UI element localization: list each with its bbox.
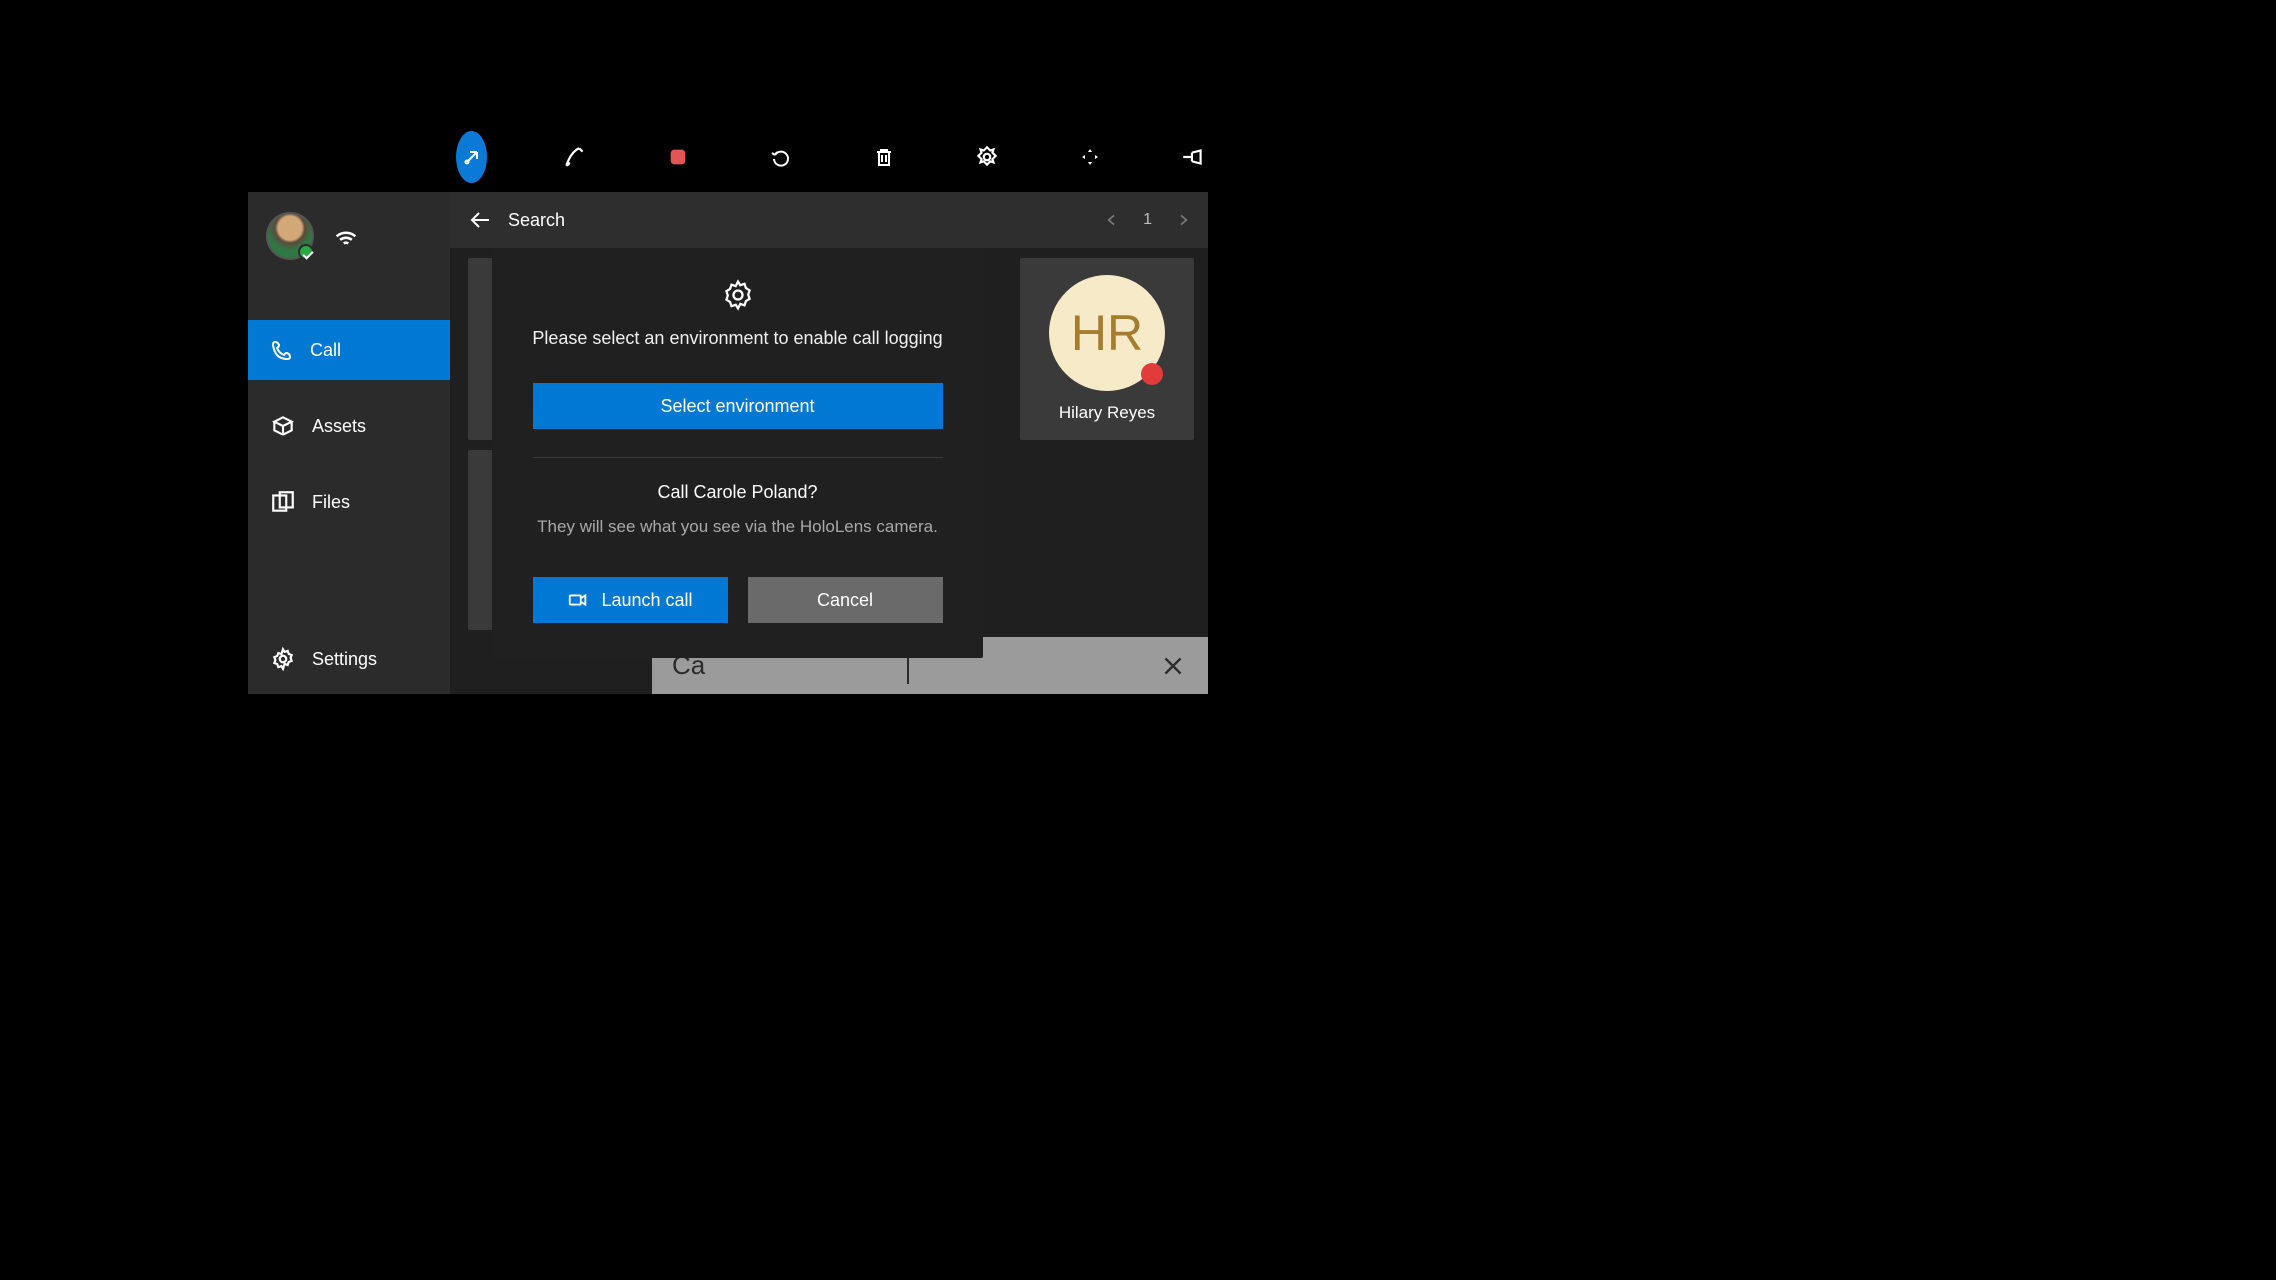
launch-call-button[interactable]: Launch call	[533, 577, 728, 623]
trash-icon[interactable]	[868, 131, 899, 183]
app-window: Call Assets Files Settings	[248, 192, 1208, 694]
call-subtext: They will see what you see via the HoloL…	[532, 517, 943, 537]
header-pager: 1	[1103, 211, 1192, 229]
gear-icon	[721, 278, 755, 312]
profile-row	[248, 192, 450, 280]
sidebar-item-label: Call	[310, 340, 341, 361]
presence-busy-badge	[1141, 363, 1163, 385]
clear-search-button[interactable]	[1158, 651, 1188, 681]
dock-icon[interactable]	[456, 131, 487, 183]
sidebar-item-label: Files	[312, 492, 350, 513]
launch-call-label: Launch call	[601, 590, 692, 611]
undo-icon[interactable]	[765, 131, 796, 183]
divider	[533, 457, 943, 458]
contact-card-hilary-reyes[interactable]: HR Hilary Reyes	[1020, 258, 1194, 440]
sidebar-item-assets[interactable]: Assets	[248, 396, 450, 456]
pen-icon[interactable]	[559, 131, 590, 183]
call-question: Call Carole Poland?	[532, 482, 943, 503]
sidebar-item-label: Settings	[312, 649, 377, 670]
sidebar-nav: Call Assets Files	[248, 320, 450, 532]
floating-toolbar	[248, 122, 1208, 192]
record-icon[interactable]	[662, 131, 693, 183]
expand-icon[interactable]	[1074, 131, 1105, 183]
sidebar-item-settings[interactable]: Settings	[248, 634, 450, 684]
contact-name: Hilary Reyes	[1059, 403, 1155, 423]
presence-badge	[298, 244, 314, 260]
avatar[interactable]	[266, 212, 314, 260]
sidebar-item-files[interactable]: Files	[248, 472, 450, 532]
page-number: 1	[1143, 211, 1152, 229]
pin-icon[interactable]	[1177, 131, 1208, 183]
page-title: Search	[508, 210, 565, 231]
main-header: Search 1	[450, 192, 1208, 248]
sidebar-item-call[interactable]: Call	[248, 320, 450, 380]
page-prev-button[interactable]	[1103, 211, 1121, 229]
cancel-button[interactable]: Cancel	[748, 577, 943, 623]
target-icon[interactable]	[971, 131, 1002, 183]
contact-initials: HR	[1071, 304, 1143, 362]
sidebar-item-label: Assets	[312, 416, 366, 437]
wifi-icon[interactable]	[332, 220, 360, 253]
env-message: Please select an environment to enable c…	[532, 328, 943, 349]
page-next-button[interactable]	[1174, 211, 1192, 229]
sidebar: Call Assets Files Settings	[248, 192, 450, 694]
select-environment-button[interactable]: Select environment	[533, 383, 943, 429]
contact-avatar: HR	[1049, 275, 1165, 391]
back-button[interactable]	[466, 206, 494, 234]
call-confirm-modal: Please select an environment to enable c…	[492, 248, 983, 658]
